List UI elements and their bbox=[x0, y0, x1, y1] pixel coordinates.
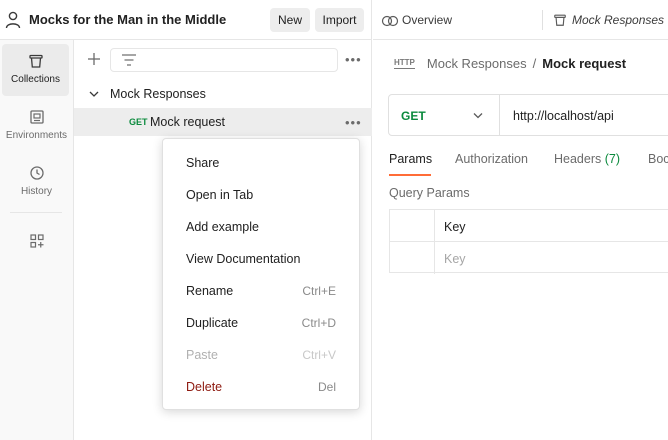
rail-label-history: History bbox=[20, 186, 53, 197]
request-method-badge: GET bbox=[129, 117, 148, 127]
menu-shortcut: Del bbox=[317, 380, 336, 394]
menu-shortcut: Ctrl+E bbox=[302, 284, 336, 298]
overview-icon bbox=[381, 15, 399, 27]
request-tabs: Params Authorization Headers (7) Boc bbox=[389, 152, 668, 176]
method-select[interactable]: GET bbox=[389, 95, 500, 135]
menu-item-paste[interactable]: Paste Ctrl+V bbox=[163, 339, 359, 371]
tab-overview[interactable]: Overview bbox=[381, 13, 452, 27]
history-icon bbox=[29, 166, 44, 180]
http-icon: HTTP bbox=[394, 58, 415, 69]
workspace-title[interactable]: Mocks for the Man in the Middle bbox=[29, 12, 226, 27]
trash-can-icon bbox=[28, 54, 43, 68]
menu-label: View Documentation bbox=[186, 252, 301, 266]
menu-label: Open in Tab bbox=[186, 188, 254, 202]
headers-count: (7) bbox=[604, 152, 621, 166]
tab-headers-label: Headers bbox=[554, 152, 602, 166]
rail-label-collections: Collections bbox=[11, 74, 60, 85]
method-value: GET bbox=[401, 109, 426, 123]
tree-folder-row[interactable]: Mock Responses bbox=[74, 80, 372, 108]
table-header-row: Key bbox=[390, 210, 668, 242]
rail-item-apps[interactable] bbox=[0, 224, 73, 276]
request-editor: Overview Mock Responses HTTP Mock Respon… bbox=[373, 0, 668, 440]
query-params-title: Query Params bbox=[389, 186, 470, 200]
column-header-key: Key bbox=[444, 220, 466, 234]
icon-rail: Collections Environments History bbox=[0, 40, 74, 440]
filter-input[interactable] bbox=[110, 48, 338, 72]
new-button[interactable]: New bbox=[270, 8, 310, 32]
tab-divider bbox=[542, 10, 543, 30]
tab-headers[interactable]: Headers (7) bbox=[554, 152, 620, 166]
rail-item-history[interactable]: History bbox=[0, 156, 73, 208]
user-icon[interactable] bbox=[5, 11, 21, 29]
breadcrumb-parent[interactable]: Mock Responses bbox=[427, 56, 527, 71]
rail-item-environments[interactable]: Environments bbox=[0, 100, 73, 152]
tab-mock-label: Mock Responses bbox=[572, 13, 665, 27]
menu-label: Delete bbox=[186, 380, 223, 394]
menu-label: Add example bbox=[186, 220, 259, 234]
rail-divider bbox=[10, 212, 62, 213]
import-button[interactable]: Import bbox=[315, 8, 364, 32]
folder-label: Mock Responses bbox=[110, 87, 206, 101]
menu-item-view-documentation[interactable]: View Documentation bbox=[163, 243, 359, 275]
chevron-down-icon[interactable] bbox=[88, 89, 100, 99]
menu-item-share[interactable]: Share bbox=[163, 147, 359, 179]
table-row: Key bbox=[390, 241, 668, 274]
menu-label: Share bbox=[186, 156, 220, 170]
column-divider bbox=[434, 242, 435, 274]
menu-item-open-in-tab[interactable]: Open in Tab bbox=[163, 179, 359, 211]
workspace-header: Mocks for the Man in the Middle New Impo… bbox=[0, 0, 372, 40]
sidebar-toolbar: ••• bbox=[74, 40, 372, 80]
rail-label-environments: Environments bbox=[5, 130, 68, 141]
column-divider bbox=[434, 210, 435, 242]
tab-body[interactable]: Boc bbox=[648, 152, 668, 166]
menu-item-delete[interactable]: Delete Del bbox=[163, 371, 359, 403]
sidebar-more-icon[interactable]: ••• bbox=[345, 52, 362, 67]
trash-can-icon bbox=[554, 14, 566, 26]
rail-item-collections[interactable]: Collections bbox=[2, 44, 69, 96]
plus-icon[interactable] bbox=[86, 51, 102, 67]
url-bar: GET http://localhost/api bbox=[388, 94, 668, 136]
query-params-table: Key Key bbox=[389, 209, 668, 274]
editor-tabs: Overview Mock Responses bbox=[373, 0, 668, 40]
chevron-down-icon bbox=[473, 113, 483, 119]
request-label: Mock request bbox=[150, 115, 226, 129]
tab-overview-label: Overview bbox=[402, 13, 453, 27]
context-menu: Share Open in Tab Add example View Docum… bbox=[162, 138, 360, 410]
apps-add-icon bbox=[29, 234, 44, 248]
menu-item-rename[interactable]: Rename Ctrl+E bbox=[163, 275, 359, 307]
menu-item-duplicate[interactable]: Duplicate Ctrl+D bbox=[163, 307, 359, 339]
menu-label: Duplicate bbox=[186, 316, 239, 330]
menu-label: Paste bbox=[186, 348, 218, 362]
key-input[interactable]: Key bbox=[444, 252, 466, 266]
menu-shortcut: Ctrl+V bbox=[302, 348, 336, 362]
environment-icon bbox=[29, 110, 44, 124]
breadcrumb-current[interactable]: Mock request bbox=[542, 56, 626, 71]
tab-authorization[interactable]: Authorization bbox=[455, 152, 528, 166]
menu-shortcut: Ctrl+D bbox=[301, 316, 336, 330]
breadcrumb: HTTP Mock Responses / Mock request bbox=[394, 56, 626, 71]
active-tab-indicator bbox=[389, 174, 431, 176]
breadcrumb-separator: / bbox=[532, 56, 537, 71]
menu-item-add-example[interactable]: Add example bbox=[163, 211, 359, 243]
tab-params[interactable]: Params bbox=[389, 152, 432, 166]
menu-label: Rename bbox=[186, 284, 234, 298]
url-input[interactable]: http://localhost/api bbox=[513, 109, 614, 123]
request-more-icon[interactable]: ••• bbox=[345, 115, 362, 130]
tree-request-row[interactable]: GET Mock request ••• bbox=[74, 108, 372, 136]
filter-icon bbox=[122, 54, 136, 66]
tab-mock-responses[interactable]: Mock Responses bbox=[553, 13, 664, 27]
